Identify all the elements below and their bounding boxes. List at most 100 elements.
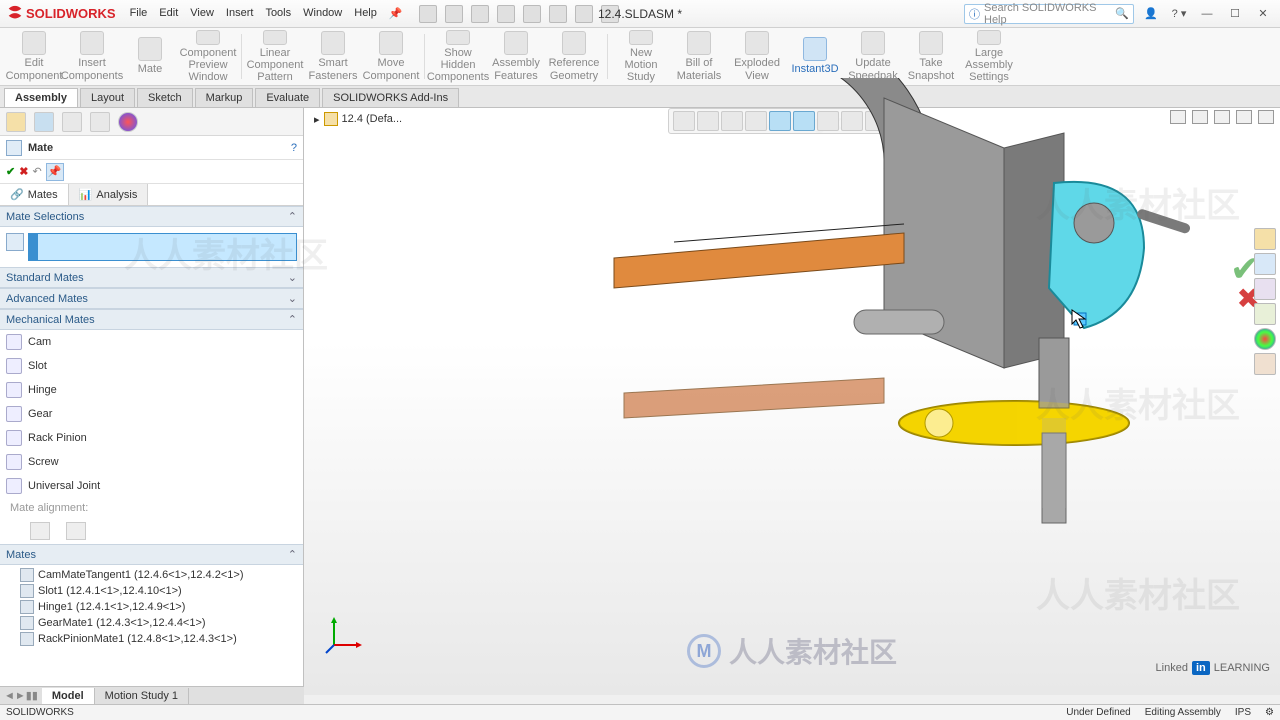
qat-print-icon[interactable] bbox=[523, 5, 541, 23]
minimize-button[interactable]: — bbox=[1196, 5, 1218, 23]
tree-node[interactable]: RackPinionMate1 (12.4.8<1>,12.4.3<1>) bbox=[6, 631, 297, 647]
cmd-smart-fasteners[interactable]: Smart Fasteners bbox=[305, 30, 361, 83]
document-title: 12.4.SLDASM * bbox=[598, 7, 682, 21]
feature-breadcrumb[interactable]: ▸ 12.4 (Defa... bbox=[314, 112, 402, 126]
status-units[interactable]: IPS bbox=[1235, 707, 1251, 718]
search-placeholder: Search SOLIDWORKS Help bbox=[984, 2, 1115, 26]
subtab-analysis[interactable]: 📊Analysis bbox=[69, 184, 149, 205]
mate-hinge[interactable]: Hinge bbox=[0, 378, 303, 402]
status-editing-mode: Editing Assembly bbox=[1145, 707, 1221, 718]
dim-tab-icon[interactable] bbox=[90, 112, 110, 132]
qat-home-icon[interactable] bbox=[419, 5, 437, 23]
cmd-insert-components[interactable]: Insert Components bbox=[64, 30, 120, 83]
pushpin-button[interactable]: 📌 bbox=[46, 163, 64, 181]
menu-tools[interactable]: Tools bbox=[265, 7, 291, 20]
brand-text: SOLIDWORKS bbox=[26, 6, 116, 21]
menu-insert[interactable]: Insert bbox=[226, 7, 254, 20]
center-watermark: M人人素材社区 bbox=[687, 631, 897, 671]
user-icon[interactable]: 👤 bbox=[1140, 5, 1162, 23]
section-mates-list[interactable]: Mates⌃ bbox=[0, 544, 303, 565]
undo-button[interactable]: ↶ bbox=[32, 165, 41, 178]
cancel-button[interactable]: ✖ bbox=[19, 165, 28, 178]
qat-undo-icon[interactable] bbox=[549, 5, 567, 23]
section-advanced-mates[interactable]: Advanced Mates⌄ bbox=[0, 288, 303, 309]
tree-node[interactable]: GearMate1 (12.4.3<1>,12.4.4<1>) bbox=[6, 615, 297, 631]
menu-help[interactable]: Help bbox=[354, 7, 377, 20]
pm-title-row: Mate ? bbox=[0, 136, 303, 160]
tree-node[interactable]: Hinge1 (12.4.1<1>,12.4.9<1>) bbox=[6, 599, 297, 615]
tab-markup[interactable]: Markup bbox=[195, 88, 254, 107]
mate-slot[interactable]: Slot bbox=[0, 354, 303, 378]
cmd-component-preview[interactable]: Component Preview Window bbox=[180, 30, 236, 83]
selection-input[interactable] bbox=[28, 233, 297, 261]
menu-view[interactable]: View bbox=[190, 7, 214, 20]
pm-title: Mate bbox=[28, 142, 53, 154]
tree-node[interactable]: CamMateTangent1 (12.4.6<1>,12.4.2<1>) bbox=[6, 567, 297, 583]
mate-cam[interactable]: Cam bbox=[0, 330, 303, 354]
qat-open-icon[interactable] bbox=[471, 5, 489, 23]
menu-pin-icon[interactable]: 📌 bbox=[389, 7, 403, 20]
cmd-linear-pattern[interactable]: Linear Component Pattern bbox=[247, 30, 303, 83]
align-aligned-icon[interactable] bbox=[30, 522, 50, 540]
cmd-reference-geometry[interactable]: Reference Geometry bbox=[546, 30, 602, 83]
appearance-tab-icon[interactable] bbox=[118, 112, 138, 132]
tab-motion-study[interactable]: Motion Study 1 bbox=[95, 688, 189, 704]
section-standard-mates[interactable]: Standard Mates⌄ bbox=[0, 267, 303, 288]
model-render bbox=[584, 78, 1280, 638]
mate-universal-joint[interactable]: Universal Joint bbox=[0, 474, 303, 498]
cmd-show-hidden[interactable]: Show Hidden Components bbox=[430, 30, 486, 83]
pm-help-icon[interactable]: ? bbox=[291, 142, 297, 154]
mate-screw[interactable]: Screw bbox=[0, 450, 303, 474]
cmd-exploded-view[interactable]: Exploded View bbox=[729, 30, 785, 83]
tab-model[interactable]: Model bbox=[42, 688, 95, 704]
workspace: Mate ? ✔ ✖ ↶ 📌 🔗Mates 📊Analysis Mate Sel… bbox=[0, 108, 1280, 695]
mate-gear[interactable]: Gear bbox=[0, 402, 303, 426]
section-mechanical-mates[interactable]: Mechanical Mates⌃ bbox=[0, 309, 303, 330]
qat-new-icon[interactable] bbox=[445, 5, 463, 23]
subtab-mates[interactable]: 🔗Mates bbox=[0, 184, 69, 205]
menu-edit[interactable]: Edit bbox=[159, 7, 178, 20]
cmd-bom[interactable]: Bill of Materials bbox=[671, 30, 727, 83]
help-icon[interactable]: ? ▾ bbox=[1168, 5, 1190, 23]
qat-rebuild-icon[interactable] bbox=[575, 5, 593, 23]
cmd-edit-component[interactable]: Edit Component bbox=[6, 30, 62, 83]
cmd-mate[interactable]: Mate bbox=[122, 30, 178, 83]
help-search-input[interactable]: ⓘ Search SOLIDWORKS Help 🔍 bbox=[964, 4, 1134, 24]
tab-assembly[interactable]: Assembly bbox=[4, 88, 78, 107]
graphics-viewport[interactable]: www.rrcg.cn ▸ 12.4 (Defa... ✔ ✖ bbox=[304, 108, 1280, 695]
cmd-new-motion-study[interactable]: New Motion Study bbox=[613, 30, 669, 83]
status-left: SOLIDWORKS bbox=[6, 707, 74, 718]
tree-node[interactable]: Slot1 (12.4.1<1>,12.4.10<1>) bbox=[6, 583, 297, 599]
pm-tab-icon[interactable] bbox=[34, 112, 54, 132]
tab-addins[interactable]: SOLIDWORKS Add-Ins bbox=[322, 88, 459, 107]
mechanical-mates-list: Cam Slot Hinge Gear Rack Pinion Screw Un… bbox=[0, 330, 303, 498]
status-under-defined: Under Defined bbox=[1066, 707, 1130, 718]
align-antialigned-icon[interactable] bbox=[66, 522, 86, 540]
tab-evaluate[interactable]: Evaluate bbox=[255, 88, 320, 107]
panel-toolbar bbox=[0, 108, 303, 136]
ok-button[interactable]: ✔ bbox=[6, 165, 15, 178]
fm-tab-icon[interactable] bbox=[6, 112, 26, 132]
cmd-instant3d[interactable]: Instant3D bbox=[787, 30, 843, 83]
cmd-update-speedpak[interactable]: Update Speedpak bbox=[845, 30, 901, 83]
cmd-assembly-features[interactable]: Assembly Features bbox=[488, 30, 544, 83]
tab-sketch[interactable]: Sketch bbox=[137, 88, 193, 107]
cm-tab-icon[interactable] bbox=[62, 112, 82, 132]
status-gear-icon[interactable]: ⚙ bbox=[1265, 707, 1274, 718]
cmd-large-assembly[interactable]: Large Assembly Settings bbox=[961, 30, 1017, 83]
qat-save-icon[interactable] bbox=[497, 5, 515, 23]
main-menu: File Edit View Insert Tools Window Help … bbox=[130, 7, 403, 20]
status-bar: SOLIDWORKS Under Defined Editing Assembl… bbox=[0, 704, 1280, 720]
selection-filter-icon[interactable] bbox=[6, 233, 24, 251]
menu-file[interactable]: File bbox=[130, 7, 148, 20]
mate-icon bbox=[6, 140, 22, 156]
cmd-take-snapshot[interactable]: Take Snapshot bbox=[903, 30, 959, 83]
mates-tree: CamMateTangent1 (12.4.6<1>,12.4.2<1>) Sl… bbox=[0, 565, 303, 649]
tab-layout[interactable]: Layout bbox=[80, 88, 135, 107]
menu-window[interactable]: Window bbox=[303, 7, 342, 20]
section-mate-selections[interactable]: Mate Selections⌃ bbox=[0, 206, 303, 227]
mate-rack-pinion[interactable]: Rack Pinion bbox=[0, 426, 303, 450]
close-button[interactable]: ✕ bbox=[1252, 5, 1274, 23]
cmd-move-component[interactable]: Move Component bbox=[363, 30, 419, 83]
maximize-button[interactable]: ☐ bbox=[1224, 5, 1246, 23]
